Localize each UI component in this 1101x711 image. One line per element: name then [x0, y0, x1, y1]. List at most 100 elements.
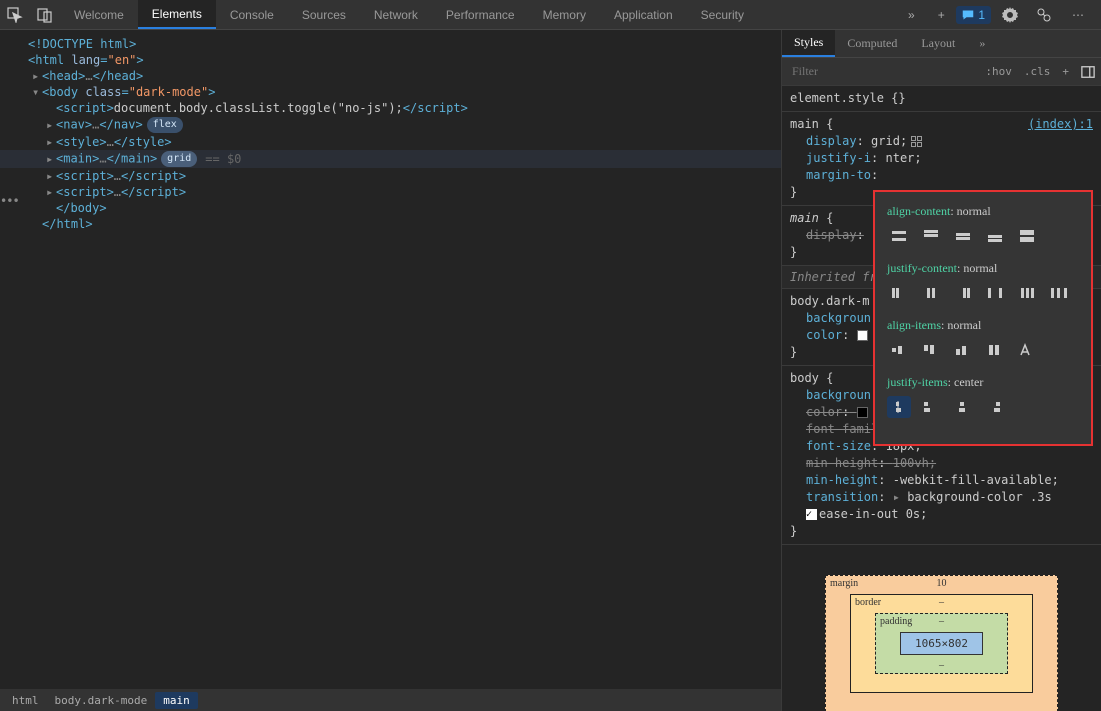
inspect-icon[interactable]	[0, 0, 30, 30]
breadcrumb: htmlbody.dark-modemain	[0, 689, 781, 711]
tab-security[interactable]: Security	[687, 0, 758, 29]
popover-label: justify-content: normal	[887, 261, 1079, 276]
crumb-body-dark-mode[interactable]: body.dark-mode	[47, 692, 156, 709]
content-area: ••• <!DOCTYPE html><html lang="en">▸<hea…	[0, 30, 1101, 711]
toolbar-right: 1 ⋯	[956, 0, 1101, 30]
css-property[interactable]: min-height: 100vh;	[790, 455, 1093, 472]
dom-node[interactable]: ▸<script>…</script>	[0, 184, 781, 200]
css-property[interactable]: transition: ▸ background-color .3s	[790, 489, 1093, 506]
css-property[interactable]: min-height: -webkit-fill-available;	[790, 472, 1093, 489]
selector[interactable]: body	[790, 371, 819, 385]
dom-node[interactable]: </html>	[0, 216, 781, 232]
crumb-main[interactable]: main	[155, 692, 198, 709]
popover-label: align-items: normal	[887, 318, 1079, 333]
dom-node[interactable]: ▾<body class="dark-mode">	[0, 84, 781, 100]
flex-badge[interactable]: flex	[147, 117, 183, 133]
dom-node[interactable]: <script>document.body.classList.toggle("…	[0, 100, 781, 116]
source-link[interactable]: (index):1	[1028, 116, 1093, 133]
tab-network[interactable]: Network	[360, 0, 432, 29]
align-option-icon[interactable]	[1015, 225, 1039, 247]
expand-icon[interactable]: ▸	[46, 169, 56, 183]
tab-elements[interactable]: Elements	[138, 0, 216, 29]
dom-node[interactable]: ▸<head>…</head>	[0, 68, 781, 84]
add-tab-icon[interactable]: +	[926, 0, 956, 30]
align-option-icon[interactable]	[919, 225, 943, 247]
computed-toggle-icon[interactable]	[1075, 65, 1101, 79]
expand-icon[interactable]: ▸	[46, 152, 56, 166]
align-option-icon[interactable]	[1015, 339, 1039, 361]
align-option-icon[interactable]	[887, 282, 911, 304]
dom-node[interactable]: ▸<style>…</style>	[0, 134, 781, 150]
color-swatch-icon[interactable]	[857, 330, 868, 341]
sub-tab-layout[interactable]: Layout	[909, 30, 967, 57]
new-rule-icon[interactable]: +	[1056, 65, 1075, 78]
box-content[interactable]: 1065×802	[900, 632, 983, 655]
sub-tab-styles[interactable]: Styles	[782, 30, 835, 57]
grid-editor-icon[interactable]	[911, 136, 922, 147]
align-option-icon[interactable]	[983, 396, 1007, 418]
box-padding[interactable]: padding–1065×802–	[875, 613, 1008, 674]
tab-console[interactable]: Console	[216, 0, 288, 29]
tab-memory[interactable]: Memory	[529, 0, 600, 29]
align-option-icon[interactable]	[951, 396, 975, 418]
align-option-icon[interactable]	[919, 339, 943, 361]
selector[interactable]: body.dark-m	[790, 294, 869, 308]
align-option-icon[interactable]	[951, 282, 975, 304]
align-option-icon[interactable]	[951, 225, 975, 247]
tab-sources[interactable]: Sources	[288, 0, 360, 29]
css-property[interactable]: margin-to:	[790, 167, 1093, 184]
expand-icon[interactable]: ▸	[893, 490, 900, 504]
selector[interactable]: main	[790, 117, 819, 131]
dom-node[interactable]: <!DOCTYPE html>	[0, 36, 781, 52]
align-option-icon[interactable]	[983, 282, 1007, 304]
checkbox-icon[interactable]	[806, 509, 817, 520]
dom-node[interactable]: <html lang="en">	[0, 52, 781, 68]
align-option-icon[interactable]	[887, 225, 911, 247]
css-property[interactable]: ease-in-out 0s;	[790, 506, 1093, 523]
expand-icon[interactable]: ▸	[46, 135, 56, 149]
align-option-icon[interactable]	[983, 225, 1007, 247]
messages-badge[interactable]: 1	[956, 6, 991, 24]
align-option-icon[interactable]	[951, 339, 975, 361]
crumb-html[interactable]: html	[4, 692, 47, 709]
dom-node[interactable]: ▸<main>…</main>grid== $0	[0, 150, 781, 168]
styles-filter-input[interactable]	[782, 64, 979, 79]
selector[interactable]: main	[790, 211, 819, 225]
dom-node[interactable]: ▸<nav>…</nav>flex	[0, 116, 781, 134]
more-tabs-icon[interactable]: »	[896, 0, 926, 30]
tab-application[interactable]: Application	[600, 0, 687, 29]
expand-icon[interactable]: ▸	[46, 185, 56, 199]
align-option-icon[interactable]	[983, 339, 1007, 361]
box-margin[interactable]: margin10border–padding–1065×802–	[825, 575, 1058, 711]
align-option-icon[interactable]	[887, 396, 911, 418]
sub-tab-more-icon[interactable]: »	[967, 30, 997, 57]
hov-button[interactable]: :hov	[979, 65, 1018, 78]
selector[interactable]: element.style	[790, 91, 884, 105]
grid-badge[interactable]: grid	[161, 151, 197, 167]
device-icon[interactable]	[30, 0, 60, 30]
popover-section-justify-content: justify-content: normal	[887, 261, 1079, 304]
popover-section-align-items: align-items: normal	[887, 318, 1079, 361]
css-property[interactable]: display: grid;	[790, 133, 1093, 150]
color-swatch-icon[interactable]	[857, 407, 868, 418]
box-border[interactable]: border–padding–1065×802–	[850, 594, 1033, 693]
css-property[interactable]: justify-i: nter;	[790, 150, 1093, 167]
align-option-icon[interactable]	[887, 339, 911, 361]
experiments-icon[interactable]	[1029, 0, 1059, 30]
align-option-icon[interactable]	[1015, 282, 1039, 304]
tab-performance[interactable]: Performance	[432, 0, 529, 29]
tab-welcome[interactable]: Welcome	[60, 0, 138, 29]
align-option-icon[interactable]	[919, 282, 943, 304]
align-option-icon[interactable]	[919, 396, 943, 418]
dom-node[interactable]: </body>	[0, 200, 781, 216]
more-icon[interactable]: ⋯	[1063, 0, 1093, 30]
expand-icon[interactable]: ▾	[32, 85, 42, 99]
settings-icon[interactable]	[995, 0, 1025, 30]
expand-icon[interactable]: ▸	[46, 118, 56, 132]
expand-icon[interactable]: ▸	[32, 69, 42, 83]
sub-tab-computed[interactable]: Computed	[835, 30, 909, 57]
css-rule[interactable]: element.style {}	[782, 86, 1101, 112]
dom-node[interactable]: ▸<script>…</script>	[0, 168, 781, 184]
cls-button[interactable]: .cls	[1018, 65, 1057, 78]
align-option-icon[interactable]	[1047, 282, 1071, 304]
